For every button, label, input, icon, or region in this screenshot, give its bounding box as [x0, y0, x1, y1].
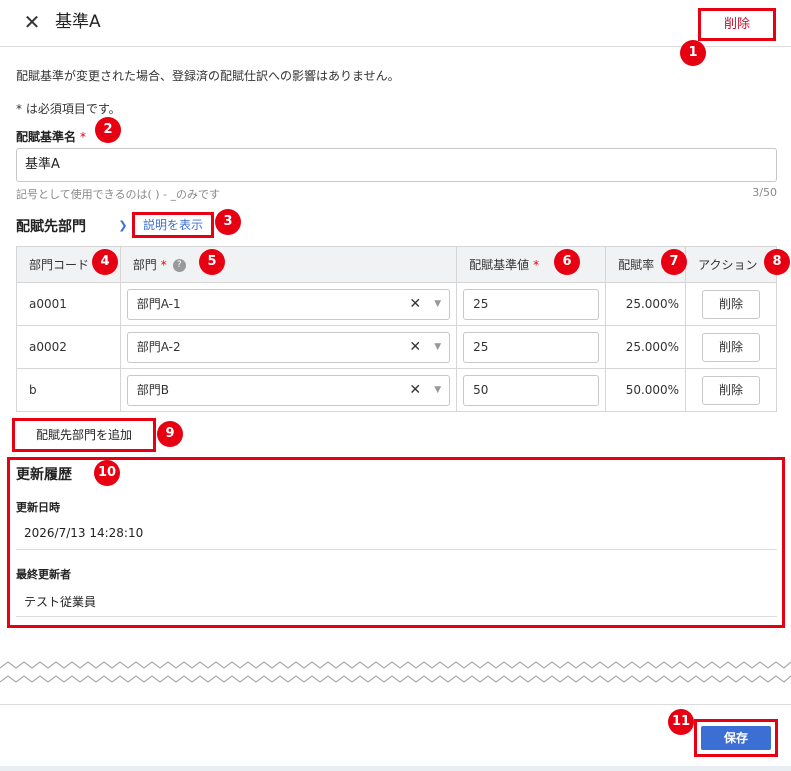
annotation-badge-7: 7 — [661, 249, 687, 275]
annotation-badge-1: 1 — [680, 40, 706, 66]
col-header-dept: 部門 *? — [119, 246, 458, 283]
action-cell: 削除 — [685, 368, 777, 412]
action-cell: 削除 — [685, 325, 777, 369]
updated-at-value: 2026/7/13 14:28:10 — [24, 526, 144, 540]
required-note: * は必須項目です。 — [16, 102, 121, 116]
updated-by-value: テスト従業員 — [24, 595, 97, 609]
save-highlight: 保存 — [694, 719, 778, 757]
col-header-value-label: 配賦基準値 — [469, 258, 530, 272]
add-department-button[interactable]: 配賦先部門を追加 — [12, 418, 156, 452]
allocation-name-input[interactable]: 基準A — [16, 148, 777, 182]
divider — [16, 616, 777, 617]
rate-cell: 25.000% — [605, 325, 687, 369]
save-button[interactable]: 保存 — [701, 726, 771, 750]
change-notice: 配賦基準が変更された場合、登録済の配賦仕訳への影響はありません。 — [16, 69, 400, 83]
departments-title: 配賦先部門 — [16, 219, 86, 235]
dept-select-cell: 部門A-2 ✕ ▼ — [119, 325, 458, 369]
help-icon[interactable]: ? — [172, 259, 186, 272]
required-mark: * — [80, 130, 87, 144]
rate-cell: 50.000% — [605, 368, 687, 412]
dept-select[interactable]: 部門A-2 ✕ ▼ — [126, 331, 451, 363]
dept-select[interactable]: 部門A-1 ✕ ▼ — [126, 288, 451, 320]
required-mark: * — [160, 258, 167, 272]
annotation-badge-9: 9 — [157, 421, 183, 447]
annotation-badge-2: 2 — [95, 117, 121, 143]
annotation-badge-10: 10 — [94, 460, 120, 486]
clear-icon[interactable]: ✕ — [409, 376, 421, 405]
allocation-value-input[interactable]: 25 — [463, 288, 600, 320]
action-cell: 削除 — [685, 282, 777, 326]
value-cell: 50 — [456, 368, 607, 412]
name-label-text: 配賦基準名 — [16, 130, 77, 144]
annotation-badge-11: 11 — [668, 709, 694, 735]
footer-divider — [0, 704, 791, 705]
dept-select-value: 部門A-1 — [136, 296, 181, 311]
allocation-value-input[interactable]: 50 — [463, 374, 600, 406]
departments-table: 部門コード 部門 *? 配賦基準値 * 配賦率 アクション a0001 部門A-1 … — [16, 246, 777, 412]
caret-down-icon[interactable]: ▼ — [434, 290, 441, 319]
clear-icon[interactable]: ✕ — [409, 333, 421, 362]
zigzag-separator — [0, 661, 791, 683]
bottom-strip — [0, 766, 791, 771]
dept-select-cell: 部門A-1 ✕ ▼ — [119, 282, 458, 326]
row-delete-button[interactable]: 削除 — [702, 332, 761, 362]
page-title: 基準A — [55, 12, 101, 32]
name-counter: 3/50 — [752, 186, 777, 199]
updated-by-label: 最終更新者 — [16, 568, 71, 581]
annotation-badge-4: 4 — [92, 249, 118, 275]
show-description-link[interactable]: 説明を表示 — [132, 212, 214, 238]
dept-code-cell: a0002 — [16, 325, 121, 369]
chevron-down-icon[interactable]: ❯ — [116, 219, 130, 233]
table-row: b 部門B ✕ ▼ 50 50.000% 削除 — [16, 368, 777, 412]
dept-select-value: 部門A-2 — [136, 339, 181, 354]
dept-select-value: 部門B — [136, 382, 169, 397]
annotation-badge-8: 8 — [764, 249, 790, 275]
dept-code-cell: a0001 — [16, 282, 121, 326]
col-header-action: アクション — [685, 246, 777, 283]
allocation-value-input[interactable]: 25 — [463, 331, 600, 363]
col-header-value: 配賦基準値 * — [456, 246, 607, 283]
annotation-badge-5: 5 — [199, 249, 225, 275]
name-field-label: 配賦基準名 * — [16, 128, 86, 145]
close-icon[interactable]: ✕ — [20, 10, 44, 34]
col-header-dept-label: 部門 — [132, 258, 157, 272]
value-cell: 25 — [456, 282, 607, 326]
required-mark: * — [533, 258, 540, 272]
rate-cell: 25.000% — [605, 282, 687, 326]
table-row: a0001 部門A-1 ✕ ▼ 25 25.000% 削除 — [16, 282, 777, 326]
name-hint: 記号として使用できるのは( ) - _のみです — [16, 188, 220, 201]
row-delete-button[interactable]: 削除 — [702, 289, 761, 319]
delete-button[interactable]: 削除 — [698, 8, 776, 41]
annotation-badge-6: 6 — [554, 249, 580, 275]
history-title: 更新履歴 — [16, 467, 72, 483]
history-highlight — [7, 457, 785, 628]
clear-icon[interactable]: ✕ — [409, 290, 421, 319]
dept-select[interactable]: 部門B ✕ ▼ — [126, 374, 451, 406]
row-delete-button[interactable]: 削除 — [702, 375, 761, 405]
header-divider — [0, 46, 791, 47]
annotation-badge-3: 3 — [215, 209, 241, 235]
divider — [16, 549, 777, 550]
dept-code-cell: b — [16, 368, 121, 412]
value-cell: 25 — [456, 325, 607, 369]
updated-at-label: 更新日時 — [16, 501, 60, 514]
table-row: a0002 部門A-2 ✕ ▼ 25 25.000% 削除 — [16, 325, 777, 369]
caret-down-icon[interactable]: ▼ — [434, 376, 441, 405]
dept-select-cell: 部門B ✕ ▼ — [119, 368, 458, 412]
caret-down-icon[interactable]: ▼ — [434, 333, 441, 362]
